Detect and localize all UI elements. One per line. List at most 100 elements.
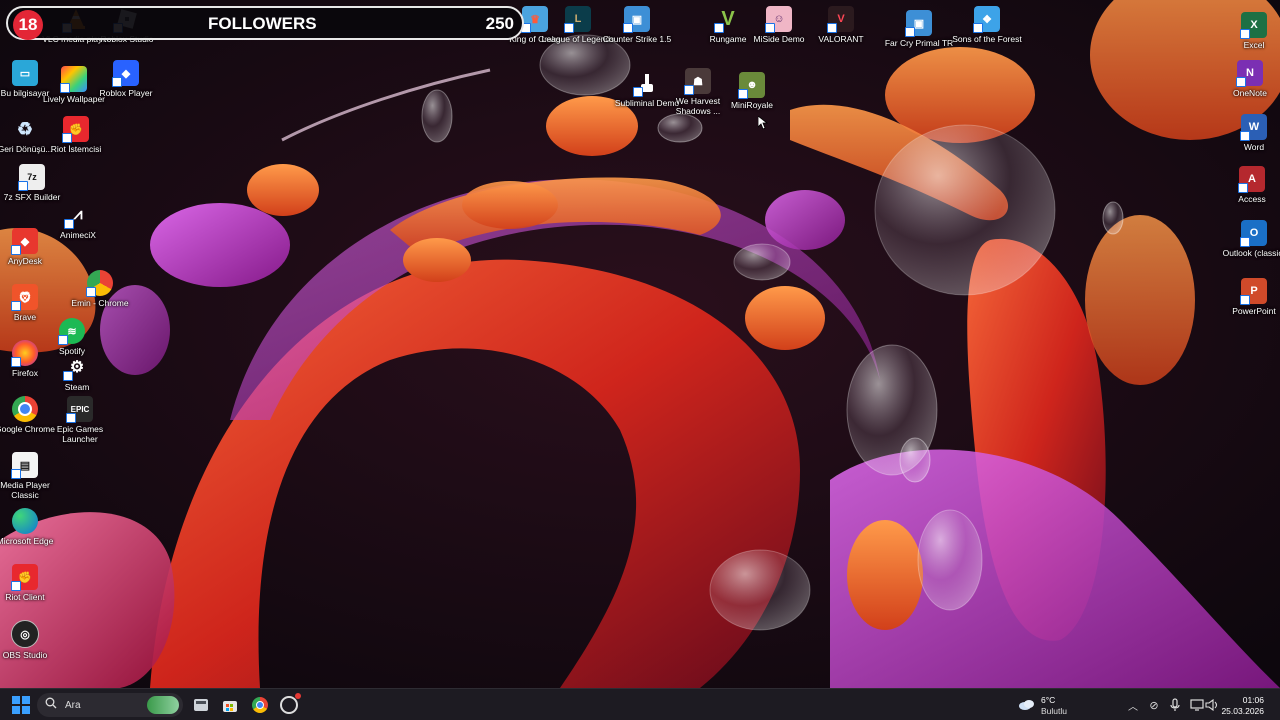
search-highlight-image xyxy=(147,696,179,714)
speaker-icon xyxy=(1205,699,1218,711)
desktop-icon-label: OBS Studio xyxy=(2,650,48,660)
epic-games-icon: EPIC xyxy=(66,396,93,423)
recycle-bin-icon: ♻ xyxy=(16,118,34,139)
word-icon: W xyxy=(1240,114,1267,141)
desktop-icon-sons-of-the-forest[interactable]: ❖ Sons of the Forest xyxy=(949,6,1025,44)
desktop-icon-label: Access xyxy=(1238,194,1266,204)
desktop-icon-epic-games[interactable]: EPIC Epic Games Launcher xyxy=(42,396,118,444)
lively-wallpaper-icon xyxy=(60,66,87,93)
desktop-icon-label: Emin - Chrome xyxy=(71,298,129,308)
desktop-icon-label: AnyDesk xyxy=(7,256,42,266)
desktop-icon-powerpoint[interactable]: P PowerPoint xyxy=(1216,278,1280,316)
desktop-icon-microsoft-edge[interactable]: Microsoft Edge xyxy=(0,508,63,546)
desktop-icon-label: 7z SFX Builder xyxy=(3,192,61,202)
desktop-icon-label: VALORANT xyxy=(818,34,864,44)
clock-time: 01:06 xyxy=(1242,695,1264,705)
taskbar-microsoft-store[interactable] xyxy=(219,694,241,716)
desktop-icon-label: OneNote xyxy=(1232,88,1268,98)
desktop-icon-label: Riot İstemcisi xyxy=(50,144,102,154)
desktop-icon-excel[interactable]: X Excel xyxy=(1216,12,1280,50)
desktop-icon-label: Roblox Player xyxy=(99,88,153,98)
tray-microphone[interactable] xyxy=(1164,694,1186,716)
obs-icon: ◎ xyxy=(11,620,39,648)
weather-condition: Bulutlu xyxy=(1041,706,1067,716)
tray-network-off[interactable]: ⊘ xyxy=(1143,694,1165,716)
subliminal-icon xyxy=(633,70,660,97)
followers-goal: 250 xyxy=(485,14,514,33)
rungame-icon: V xyxy=(714,6,741,33)
media-player-classic-icon: ▤ xyxy=(11,452,38,479)
counter-strike-icon: ▣ xyxy=(623,6,650,33)
league-icon: L xyxy=(564,6,591,33)
desktop-icon-access[interactable]: A Access xyxy=(1214,166,1280,204)
desktop-icon-label: MiniRoyale xyxy=(730,100,774,110)
cloud-icon xyxy=(1019,700,1034,710)
desktop-icon-riot-istemcisi[interactable]: ✊ Riot İstemcisi xyxy=(38,116,114,154)
desktop-icon-media-player-classic[interactable]: ▤ Media Player Classic xyxy=(0,452,63,500)
search-placeholder: Ara xyxy=(65,699,81,711)
riot-client-icon: ✊ xyxy=(11,564,38,591)
desktop-icon-miniroyale[interactable]: ☻ MiniRoyale xyxy=(714,72,790,110)
miside-icon: ☺ xyxy=(765,6,792,33)
desktop-icon-label: Word xyxy=(1243,142,1265,152)
onenote-icon: N xyxy=(1236,60,1263,87)
firefox-icon xyxy=(11,340,38,367)
emin-chrome-icon xyxy=(86,270,113,297)
taskbar-search-box[interactable]: Ara xyxy=(37,693,183,717)
monitor-icon: ▭ xyxy=(12,60,38,86)
brave-icon: 🦁︎ xyxy=(11,284,38,311)
desktop-icon-outlook[interactable]: O Outlook (classic) xyxy=(1216,220,1280,258)
desktop-icon-emin-chrome[interactable]: Emin - Chrome xyxy=(62,270,138,308)
search-icon xyxy=(45,696,57,714)
far-cry-icon: ▣ xyxy=(905,10,932,37)
desktop-icon-label: Steam xyxy=(64,382,90,392)
mouse-cursor-icon xyxy=(757,115,769,135)
taskbar-task-view[interactable] xyxy=(190,694,212,716)
steam-icon: ⚙ xyxy=(63,354,90,381)
followers-title: FOLLOWERS xyxy=(208,14,317,33)
miniroyale-icon: ☻ xyxy=(738,72,765,99)
desktop-icon-roblox-player[interactable]: ◆ Roblox Player xyxy=(88,60,164,98)
desktop-icon-label: Media Player Classic xyxy=(0,480,50,500)
desktop-icon-label: Counter Strike 1.5 xyxy=(602,34,672,44)
desktop-icon-onenote[interactable]: N OneNote xyxy=(1212,60,1280,98)
anydesk-icon: ◆ xyxy=(11,228,38,255)
desktop-icon-7z-sfx-builder[interactable]: 7z 7z SFX Builder xyxy=(0,164,70,202)
desktop-icon-counter-strike[interactable]: ▣ Counter Strike 1.5 xyxy=(599,6,675,44)
taskbar: Ara 6°C Bulutlu ︿ ⊘ 01:06 25.03.2026 xyxy=(0,688,1280,720)
show-hidden-icons-button[interactable]: ︿ xyxy=(1122,694,1144,716)
tray-volume[interactable] xyxy=(1201,694,1223,716)
weather-temperature: 6°C xyxy=(1041,695,1056,705)
obs-icon xyxy=(280,693,301,714)
desktop-icon-label: Microsoft Edge xyxy=(0,536,54,546)
roblox-player-icon: ◆ xyxy=(112,60,139,87)
sfx-builder-icon: 7z xyxy=(18,164,45,191)
taskbar-obs[interactable] xyxy=(278,693,301,716)
desktop-icon-valorant[interactable]: V VALORANT xyxy=(803,6,879,44)
chrome-icon xyxy=(12,396,38,422)
taskbar-chrome[interactable] xyxy=(249,694,271,716)
start-button[interactable] xyxy=(10,694,32,716)
desktop-icon-label: Far Cry Primal TR xyxy=(884,38,954,48)
sons-of-the-forest-icon: ❖ xyxy=(973,6,1000,33)
store-icon xyxy=(223,701,237,712)
access-icon: A xyxy=(1238,166,1265,193)
chrome-icon xyxy=(252,697,268,713)
desktop-icon-riot-client[interactable]: ✊ Riot Client xyxy=(0,564,63,602)
desktop-icon-brave[interactable]: 🦁︎ Brave xyxy=(0,284,63,322)
desktop-icon-label: Sons of the Forest xyxy=(952,34,1022,44)
weather-widget[interactable] xyxy=(1016,694,1038,716)
desktop-icon-label: Riot Client xyxy=(5,592,45,602)
desktop-icon-word[interactable]: W Word xyxy=(1216,114,1280,152)
valorant-icon: V xyxy=(827,6,854,33)
desktop-icon-label: Outlook (classic) xyxy=(1222,248,1280,258)
animecix-icon: ⩘ xyxy=(64,202,91,229)
desktop-icon-label: PowerPoint xyxy=(1232,306,1276,316)
microphone-icon xyxy=(1170,698,1180,711)
desktop-icon-obs-studio[interactable]: ◎ OBS Studio xyxy=(0,620,63,660)
desktop-icon-anydesk[interactable]: ◆ AnyDesk xyxy=(0,228,63,266)
followers-count-badge: 18 xyxy=(13,10,43,40)
desktop-icon-far-cry[interactable]: ▣ Far Cry Primal TR xyxy=(881,10,957,48)
desktop-icon-steam[interactable]: ⚙ Steam xyxy=(39,354,115,392)
eye-slash-icon: ⊘ xyxy=(1149,699,1159,712)
